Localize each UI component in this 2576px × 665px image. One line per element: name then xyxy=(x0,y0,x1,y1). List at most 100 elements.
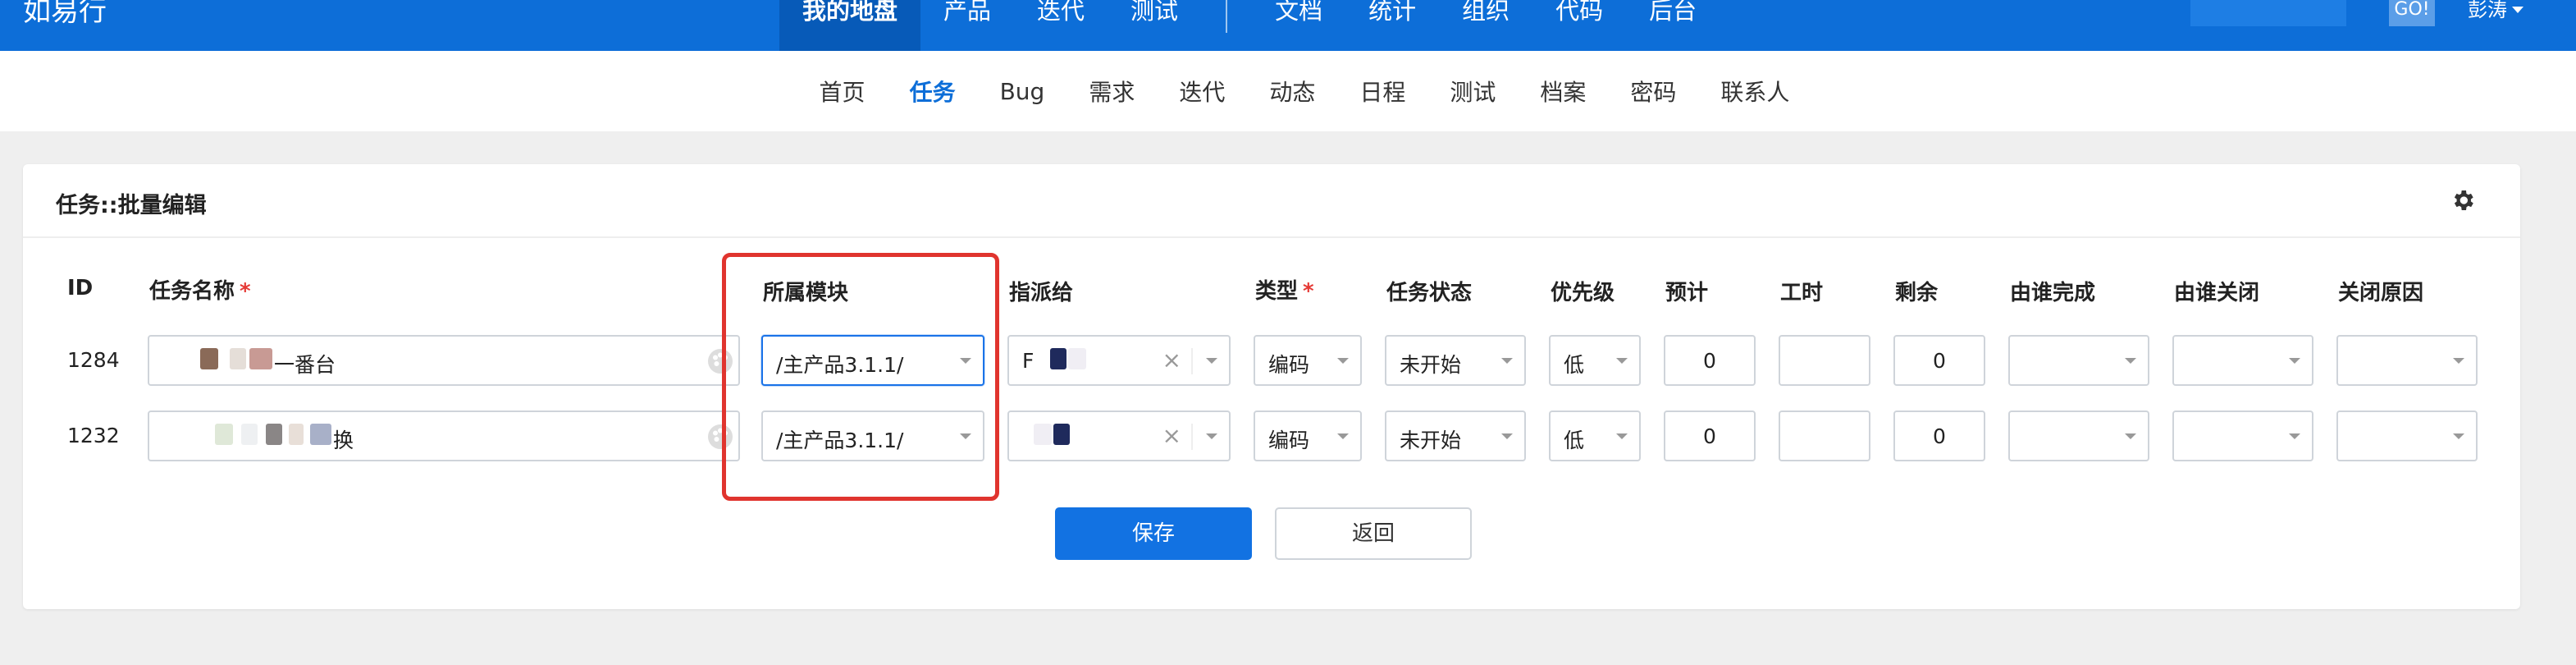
chevron-down-icon xyxy=(1337,358,1349,364)
close-reason-select[interactable] xyxy=(2336,410,2478,461)
closed-by-select[interactable] xyxy=(2172,410,2313,461)
priority-select[interactable]: 低 xyxy=(1549,410,1641,461)
nav-doc[interactable]: 文档 xyxy=(1252,0,1345,51)
chevron-down-icon xyxy=(2289,358,2300,364)
search-go-button[interactable]: GO! xyxy=(2389,0,2435,26)
clear-icon[interactable]: × xyxy=(1162,424,1181,448)
save-button[interactable]: 保存 xyxy=(1055,507,1252,560)
col-header-closed-by: 由谁关闭 xyxy=(2174,281,2260,305)
nav-code[interactable]: 代码 xyxy=(1532,0,1626,51)
type-value: 编码 xyxy=(1268,429,1310,452)
redacted-block xyxy=(1053,424,1070,445)
user-menu[interactable]: 彭涛 xyxy=(2468,0,2523,20)
nav-admin[interactable]: 后台 xyxy=(1626,0,1720,51)
subnav-iteration[interactable]: 迭代 xyxy=(1179,75,1225,108)
gear-icon[interactable] xyxy=(2450,187,2476,213)
nav-iteration[interactable]: 迭代 xyxy=(1014,0,1108,51)
col-header-type-label: 类型 xyxy=(1255,279,1299,304)
consumed-input[interactable] xyxy=(1779,410,1870,461)
redacted-block xyxy=(266,424,282,445)
closed-by-select[interactable] xyxy=(2172,335,2313,386)
type-select[interactable]: 编码 xyxy=(1254,410,1362,461)
finished-by-select[interactable] xyxy=(2008,335,2149,386)
assignee-select[interactable]: F × xyxy=(1007,335,1231,386)
consumed-input[interactable] xyxy=(1779,335,1870,386)
chevron-down-icon xyxy=(2125,433,2136,439)
col-header-name: 任务名称 * xyxy=(149,274,251,305)
nav-org[interactable]: 组织 xyxy=(1439,0,1532,51)
redacted-block xyxy=(200,348,218,369)
col-header-priority: 优先级 xyxy=(1551,281,1615,305)
subnav-home[interactable]: 首页 xyxy=(820,75,866,108)
estimate-input[interactable]: 0 xyxy=(1664,410,1756,461)
page-title: 任务::批量编辑 xyxy=(56,193,207,218)
col-header-close-reason: 关闭原因 xyxy=(2338,281,2424,305)
redacted-block xyxy=(230,348,246,369)
chevron-down-icon xyxy=(1501,358,1513,364)
task-name-text: 一番台 xyxy=(274,353,336,377)
col-header-assignee: 指派给 xyxy=(1009,281,1074,305)
subnav-story[interactable]: 需求 xyxy=(1089,75,1135,108)
redacted-block xyxy=(249,348,272,369)
nav-stats[interactable]: 统计 xyxy=(1345,0,1439,51)
subnav-password[interactable]: 密码 xyxy=(1630,75,1676,108)
col-header-left: 剩余 xyxy=(1895,281,1939,305)
divider xyxy=(1191,424,1193,450)
col-header-consumed: 工时 xyxy=(1780,281,1824,305)
subnav-dynamic[interactable]: 动态 xyxy=(1269,75,1315,108)
row-id: 1232 xyxy=(67,424,120,447)
nav-divider xyxy=(1226,0,1228,33)
left-input[interactable]: 0 xyxy=(1893,410,1985,461)
chevron-down-icon xyxy=(1616,433,1628,439)
nav-test[interactable]: 测试 xyxy=(1108,0,1201,51)
estimate-value: 0 xyxy=(1703,349,1716,373)
main-nav: 我的地盘 产品 迭代 测试 文档 统计 组织 代码 后台 xyxy=(779,0,1720,51)
status-select[interactable]: 未开始 xyxy=(1385,335,1526,386)
panel-header: 任务::批量编辑 xyxy=(23,164,2520,238)
priority-select[interactable]: 低 xyxy=(1549,335,1641,386)
sub-navbar: 首页 任务 Bug 需求 迭代 动态 日程 测试 档案 密码 联系人 xyxy=(0,51,2576,131)
required-mark: * xyxy=(1303,279,1314,304)
subnav-contacts[interactable]: 联系人 xyxy=(1720,75,1789,108)
clear-icon[interactable]: × xyxy=(1162,348,1181,373)
redacted-block xyxy=(241,424,258,445)
priority-value: 低 xyxy=(1564,353,1585,377)
nav-my-dashboard[interactable]: 我的地盘 xyxy=(779,0,921,51)
left-value: 0 xyxy=(1933,424,1946,448)
left-value: 0 xyxy=(1933,349,1946,373)
back-button[interactable]: 返回 xyxy=(1275,507,1472,560)
nav-product[interactable]: 产品 xyxy=(920,0,1014,51)
redacted-block xyxy=(310,424,331,445)
task-name-input[interactable]: 换 xyxy=(148,410,740,461)
type-value: 编码 xyxy=(1268,353,1310,377)
left-input[interactable]: 0 xyxy=(1893,335,1985,386)
top-navbar: 如易行 我的地盘 产品 迭代 测试 文档 统计 组织 代码 后台 GO! 彭涛 xyxy=(0,0,2576,51)
row-id: 1284 xyxy=(67,348,120,372)
redacted-block xyxy=(1068,348,1086,369)
task-name-text: 换 xyxy=(333,429,354,452)
chevron-down-icon xyxy=(1337,433,1349,439)
finished-by-select[interactable] xyxy=(2008,410,2149,461)
subnav-test[interactable]: 测试 xyxy=(1450,75,1496,108)
task-name-input[interactable]: 一番台 xyxy=(148,335,740,386)
subnav-calendar[interactable]: 日程 xyxy=(1359,75,1405,108)
close-reason-select[interactable] xyxy=(2336,335,2478,386)
subnav-task[interactable]: 任务 xyxy=(910,75,956,108)
subnav-bug[interactable]: Bug xyxy=(1000,78,1045,105)
col-header-id: ID xyxy=(67,276,94,300)
status-value: 未开始 xyxy=(1400,429,1462,452)
estimate-input[interactable]: 0 xyxy=(1664,335,1756,386)
chevron-down-icon xyxy=(2512,7,2523,13)
type-select[interactable]: 编码 xyxy=(1254,335,1362,386)
assignee-select[interactable]: × xyxy=(1007,410,1231,461)
status-select[interactable]: 未开始 xyxy=(1385,410,1526,461)
chevron-down-icon xyxy=(2289,433,2300,439)
col-header-status: 任务状态 xyxy=(1386,281,1473,305)
search-input[interactable] xyxy=(2190,0,2346,26)
brand-logo[interactable]: 如易行 xyxy=(23,0,107,30)
subnav-profile[interactable]: 档案 xyxy=(1540,75,1586,108)
status-value: 未开始 xyxy=(1400,353,1462,377)
batch-edit-panel: 任务::批量编辑 xyxy=(23,164,2520,609)
chevron-down-icon xyxy=(2453,358,2464,364)
required-mark: * xyxy=(240,279,251,304)
